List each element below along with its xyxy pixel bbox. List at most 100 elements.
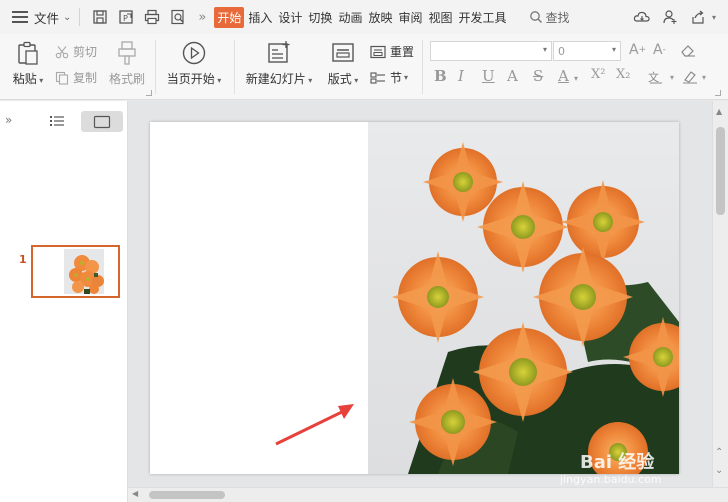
- clear-format-button[interactable]: [680, 43, 700, 57]
- new-slide-button[interactable]: 新建幻灯片 ▾: [243, 40, 315, 87]
- text-shadow-button[interactable]: A: [507, 67, 518, 85]
- horizontal-scroll-thumb[interactable]: [149, 491, 225, 499]
- slide-panel: » 1: [0, 101, 128, 502]
- tab-developer[interactable]: 开发工具: [457, 7, 509, 28]
- share-icon[interactable]: [686, 5, 710, 29]
- watermark-brand: Bai 经验: [580, 452, 655, 473]
- scissors-icon: [55, 45, 69, 58]
- eraser-icon: [681, 45, 695, 57]
- file-menu-label: 文件: [34, 10, 60, 26]
- highlighter-icon: [683, 71, 697, 84]
- tab-transition[interactable]: 切换: [306, 7, 334, 28]
- thumbnail-photo: [64, 249, 104, 294]
- underline-button[interactable]: U: [482, 67, 495, 85]
- new-slide-icon: [268, 41, 290, 63]
- svg-text:文: 文: [648, 70, 659, 84]
- divider: [234, 40, 235, 94]
- format-painter-button[interactable]: 格式刷: [106, 40, 148, 87]
- highlight-button[interactable]: ▾: [682, 70, 706, 84]
- slides-icon: [93, 115, 111, 128]
- paste-label: 粘贴 ▾: [12, 72, 44, 86]
- paste-button[interactable]: 粘贴 ▾: [8, 40, 48, 87]
- copy-label: 复制: [73, 71, 98, 85]
- reset-button[interactable]: 重置: [370, 43, 414, 60]
- cut-label: 剪切: [73, 45, 98, 59]
- section-button[interactable]: 节 ▾: [370, 69, 408, 86]
- italic-button[interactable]: I: [458, 67, 464, 85]
- search-button[interactable]: 查找: [529, 9, 570, 26]
- expand-panel-button[interactable]: »: [5, 113, 12, 127]
- layout-icon: [332, 43, 354, 62]
- slide[interactable]: [150, 122, 679, 474]
- print-icon[interactable]: [140, 5, 164, 29]
- layout-label: 版式 ▾: [327, 72, 359, 86]
- copy-button[interactable]: 复制: [55, 69, 97, 86]
- search-icon: [529, 11, 542, 23]
- scroll-prev-page[interactable]: ⌃: [715, 447, 723, 458]
- file-menu[interactable]: 文件 ⌄: [0, 5, 71, 29]
- tab-review[interactable]: 审阅: [396, 7, 424, 28]
- scroll-left-arrow[interactable]: ◀: [132, 489, 138, 498]
- horizontal-scrollbar[interactable]: ◀: [128, 487, 728, 502]
- layout-button[interactable]: 版式 ▾: [323, 40, 363, 87]
- font-color-button[interactable]: A: [558, 67, 569, 85]
- chevron-down-icon: ▾: [702, 72, 707, 82]
- search-label: 查找: [545, 10, 570, 25]
- chevron-down-icon: ▾: [670, 72, 675, 82]
- tab-design[interactable]: 设计: [276, 7, 304, 28]
- reset-icon: [370, 45, 386, 58]
- slide-number: 1: [19, 253, 27, 266]
- vertical-scrollbar[interactable]: ▲ ⌃ ⌄: [712, 101, 728, 487]
- divider: [422, 40, 423, 94]
- vertical-scroll-thumb[interactable]: [716, 127, 725, 215]
- decrease-font-button[interactable]: A-: [653, 42, 666, 58]
- slide-thumbnail[interactable]: [31, 245, 120, 298]
- strikethrough-button[interactable]: S: [533, 67, 543, 85]
- paste-icon: [18, 41, 38, 65]
- font-size-select[interactable]: 0 ▾: [553, 41, 621, 61]
- chevron-down-icon: ▾: [574, 74, 579, 83]
- subscript-button[interactable]: X₂: [616, 67, 630, 82]
- brush-icon: [118, 41, 136, 65]
- export-icon[interactable]: P: [114, 5, 138, 29]
- scroll-up-arrow[interactable]: ▲: [716, 107, 722, 116]
- watermark-url: jingyan.baidu.com: [560, 473, 662, 486]
- font-size-value: 0: [558, 44, 565, 58]
- tab-slideshow[interactable]: 放映: [366, 7, 394, 28]
- more-options-caret[interactable]: ▾: [712, 13, 716, 22]
- section-caret: ▾: [404, 73, 409, 82]
- annotation-arrow: [275, 404, 354, 446]
- divider: [79, 8, 81, 26]
- reset-label: 重置: [390, 45, 415, 59]
- scroll-next-page[interactable]: ⌄: [715, 465, 723, 476]
- user-icon[interactable]: [658, 5, 682, 29]
- tab-insert[interactable]: 插入: [246, 7, 274, 28]
- slide-editing-area[interactable]: [128, 101, 712, 487]
- outline-view-tab[interactable]: [48, 113, 66, 129]
- slides-view-tab[interactable]: [81, 111, 123, 132]
- menu-icon: [12, 11, 28, 23]
- cloud-icon[interactable]: [630, 5, 654, 29]
- save-icon[interactable]: [88, 5, 112, 29]
- cut-button[interactable]: 剪切: [55, 43, 97, 60]
- preview-icon[interactable]: [166, 5, 190, 29]
- play-from-current-button[interactable]: 当页开始 ▾: [162, 40, 226, 87]
- more-tools-button[interactable]: »: [198, 10, 206, 25]
- tab-view[interactable]: 视图: [426, 7, 454, 28]
- flower-image[interactable]: [368, 122, 679, 474]
- superscript-button[interactable]: X²: [591, 67, 605, 82]
- font-name-select[interactable]: ▾: [430, 41, 552, 61]
- section-label: 节: [390, 71, 403, 85]
- phonetic-button[interactable]: 文 ▾: [648, 70, 674, 84]
- menu-bar: 文件 ⌄ P » 开始 插入 设计 切换 动画 放映 审阅 视图 开发工具 查找…: [0, 0, 728, 34]
- increase-font-button[interactable]: A +: [629, 42, 646, 58]
- bold-button[interactable]: B: [434, 67, 447, 85]
- play-from-current-label: 当页开始 ▾: [166, 72, 222, 86]
- clipboard-group-launcher[interactable]: [146, 90, 152, 96]
- chevron-down-icon: ⌄: [63, 11, 72, 23]
- font-group-launcher[interactable]: [715, 90, 721, 96]
- tab-start[interactable]: 开始: [214, 6, 245, 28]
- tab-animation[interactable]: 动画: [336, 7, 364, 28]
- format-painter-label: 格式刷: [108, 72, 145, 86]
- ribbon-toolbar: 粘贴 ▾ 剪切 复制 格式刷 当页开始 ▾ 新建幻灯片 ▾ 版式 ▾ 重置 节 …: [0, 34, 728, 100]
